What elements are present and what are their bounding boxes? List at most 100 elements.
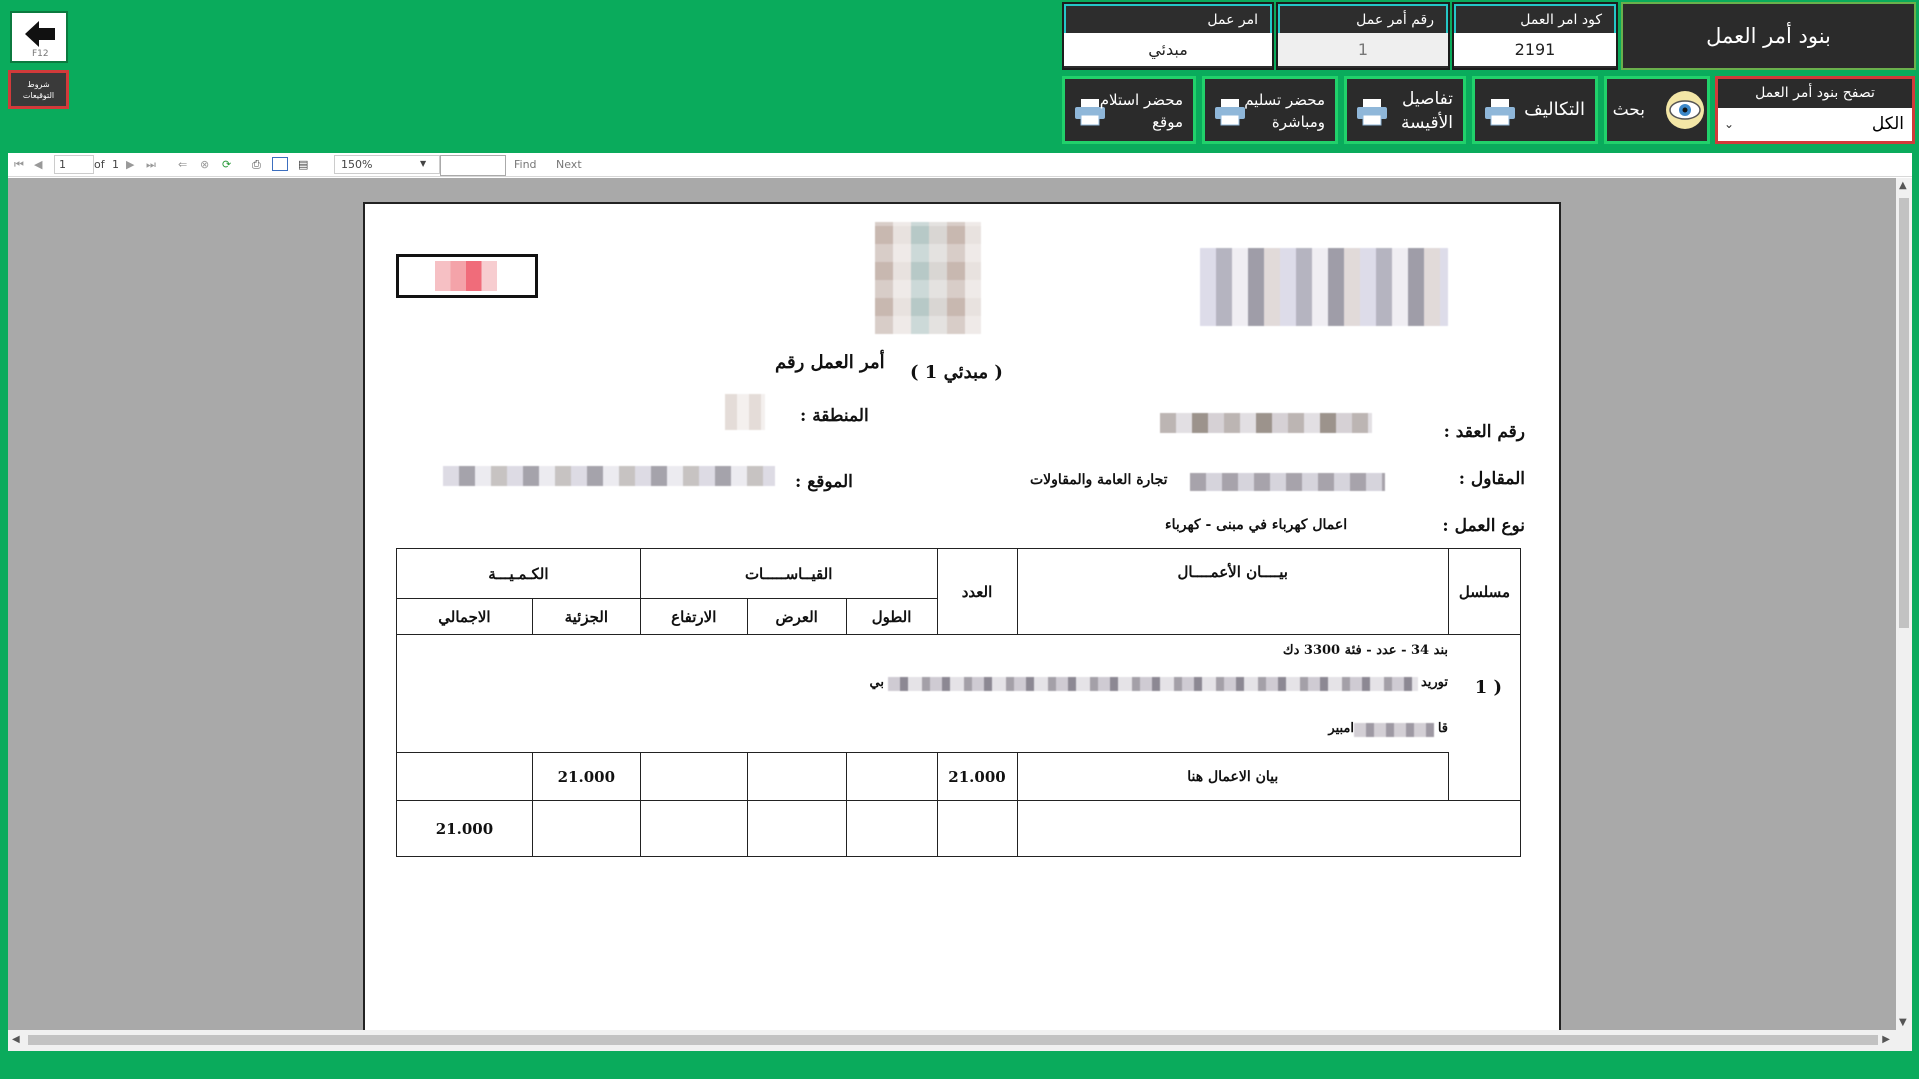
browse-select[interactable]: ⌄ الكل — [1718, 108, 1912, 141]
work-order-type-field: امر عمل مبدئي — [1062, 2, 1274, 70]
redacted-logo — [875, 222, 981, 334]
total-cell — [396, 752, 533, 801]
empty-cell — [845, 800, 938, 857]
column-header: الكـمـيـــة — [396, 548, 641, 599]
report-canvas: أمر العمل رقم ( مبدئي 1 ) رقم العقد : ال… — [8, 178, 1896, 1030]
height-cell — [639, 752, 748, 801]
field-label: رقم أمر عمل — [1278, 4, 1448, 33]
empty-cell — [639, 800, 748, 857]
work-order-number-field: رقم أمر عمل 1 — [1276, 2, 1450, 70]
next-page-icon[interactable]: ▶ — [126, 158, 134, 171]
back-button[interactable]: F12 — [10, 11, 68, 63]
chevron-down-icon: ⌄ — [1724, 117, 1735, 131]
horizontal-scrollbar[interactable]: ◀ ▶ — [8, 1030, 1912, 1051]
item-line-1: بند 34 - عدد - فئة 3300 دك — [1282, 643, 1448, 658]
measurement-details-button[interactable]: تفاصيل الأقيسة — [1344, 76, 1466, 144]
signatures-button[interactable]: شروط التوقيعات — [8, 70, 69, 109]
scroll-left-icon[interactable]: ◀ — [12, 1034, 20, 1045]
button-label: محضر استلام — [1099, 91, 1183, 109]
column-header: الجزئية — [531, 598, 641, 635]
prev-page-icon[interactable]: ◀ — [34, 158, 42, 171]
page-total: 1 — [112, 158, 119, 171]
contractor-label: المقاول : — [1458, 469, 1525, 489]
page-title: بنود أمر العمل — [1621, 2, 1916, 70]
column-header: بيــــان الأعمــــال — [1016, 548, 1449, 635]
viewer-toolbar: ⏮ ◀ 1 of 1 ▶ ⏭ ⇐ ⊗ ⟳ ⎙ ▤ 150% ▼ Find Nex… — [8, 153, 1912, 177]
work-order-number-value[interactable]: 1 — [1278, 33, 1448, 66]
report-page: أمر العمل رقم ( مبدئي 1 ) رقم العقد : ال… — [363, 202, 1561, 1030]
back-icon[interactable]: ⇐ — [178, 158, 187, 171]
item-line-2-start: توريد — [1420, 675, 1448, 690]
work-order-code-field: كود امر العمل 2191 — [1452, 2, 1618, 70]
redacted-item-text — [888, 677, 1418, 691]
report-heading: أمر العمل رقم — [775, 352, 885, 373]
button-label: بحث — [1612, 100, 1645, 120]
item-description-cell: بند 34 - عدد - فئة 3300 دك توريد بي قا ا… — [396, 634, 1521, 753]
selected-value: الكل — [1871, 114, 1904, 134]
contract-number-label: رقم العقد : — [1443, 422, 1525, 442]
column-header: العرض — [746, 598, 847, 635]
empty-cell — [1016, 800, 1521, 857]
shortcut-hint: F12 — [32, 49, 49, 59]
handover-report-button[interactable]: محضر تسليم ومباشرة — [1202, 76, 1338, 144]
scroll-thumb[interactable] — [1899, 198, 1909, 628]
empty-cell — [746, 800, 847, 857]
partial-cell: 21.000 — [531, 752, 641, 801]
scroll-thumb[interactable] — [28, 1035, 1878, 1045]
find-input[interactable] — [440, 155, 506, 176]
column-header: العدد — [936, 548, 1018, 635]
item-line-3-end: امبير — [1328, 721, 1354, 736]
vertical-scrollbar[interactable]: ▲ ▼ — [1896, 178, 1912, 1030]
work-order-code-value[interactable]: 2191 — [1454, 33, 1616, 66]
print-layout-icon[interactable] — [272, 157, 288, 171]
item-line-3-start: قا — [1437, 721, 1448, 736]
work-type-label: نوع العمل : — [1442, 516, 1525, 536]
page-setup-icon[interactable]: ▤ — [298, 158, 308, 171]
browse-items-dropdown[interactable]: تصفح بنود أمر العمل ⌄ الكل — [1715, 76, 1915, 144]
refresh-icon[interactable]: ⟳ — [222, 158, 231, 171]
scroll-up-icon[interactable]: ▲ — [1899, 180, 1907, 191]
costs-button[interactable]: التكاليف — [1472, 76, 1598, 144]
scroll-down-icon[interactable]: ▼ — [1899, 1017, 1907, 1028]
redacted-stamp — [435, 261, 497, 291]
printer-icon — [1485, 99, 1515, 126]
contractor-value: تجارة العامة والمقاولات — [1030, 472, 1168, 488]
site-receipt-report-button[interactable]: محضر استلام موقع — [1062, 76, 1196, 144]
site-label: الموقع : — [795, 472, 853, 492]
redacted-contract-number — [1160, 413, 1372, 433]
grand-total-cell: 21.000 — [396, 800, 533, 857]
printer-icon — [1357, 99, 1387, 126]
button-label: التكاليف — [1524, 99, 1585, 120]
button-label: محضر تسليم — [1244, 91, 1325, 109]
column-header: الارتفاع — [639, 598, 748, 635]
redacted-header-text — [1200, 248, 1448, 326]
chevron-down-icon: ▼ — [420, 159, 427, 168]
page-number-input[interactable]: 1 — [54, 155, 94, 174]
report-heading-value: ( مبدئي 1 ) — [910, 362, 1003, 383]
redacted-site — [443, 466, 775, 486]
page-of-label: of — [94, 158, 105, 171]
printer-icon — [1215, 99, 1245, 126]
button-label: الأقيسة — [1401, 113, 1453, 133]
find-link[interactable]: Find — [514, 158, 537, 171]
report-viewer: ⏮ ◀ 1 of 1 ▶ ⏭ ⇐ ⊗ ⟳ ⎙ ▤ 150% ▼ Find Nex… — [8, 153, 1912, 1051]
first-page-icon[interactable]: ⏮ — [14, 158, 24, 172]
width-cell — [746, 752, 847, 801]
next-link[interactable]: Next — [556, 158, 582, 171]
empty-cell — [531, 800, 641, 857]
last-page-icon[interactable]: ⏭ — [146, 158, 156, 172]
column-header: الاجمالي — [396, 598, 533, 635]
redacted-item-text — [1354, 723, 1434, 737]
zoom-value: 150% — [341, 158, 373, 171]
back-arrow-icon — [25, 21, 55, 47]
item-line-2-end: بي — [869, 675, 884, 690]
search-button[interactable]: بحث — [1604, 76, 1710, 144]
work-type-value: اعمال كهرباء في مبنى - كهرباء — [1165, 517, 1348, 533]
scroll-right-icon[interactable]: ▶ — [1882, 1034, 1890, 1045]
print-icon[interactable]: ⎙ — [252, 158, 261, 172]
field-label: امر عمل — [1064, 4, 1272, 33]
empty-cell — [936, 800, 1018, 857]
stop-icon[interactable]: ⊗ — [200, 158, 209, 171]
work-order-type-value[interactable]: مبدئي — [1064, 33, 1272, 66]
button-label: تفاصيل — [1402, 89, 1453, 109]
